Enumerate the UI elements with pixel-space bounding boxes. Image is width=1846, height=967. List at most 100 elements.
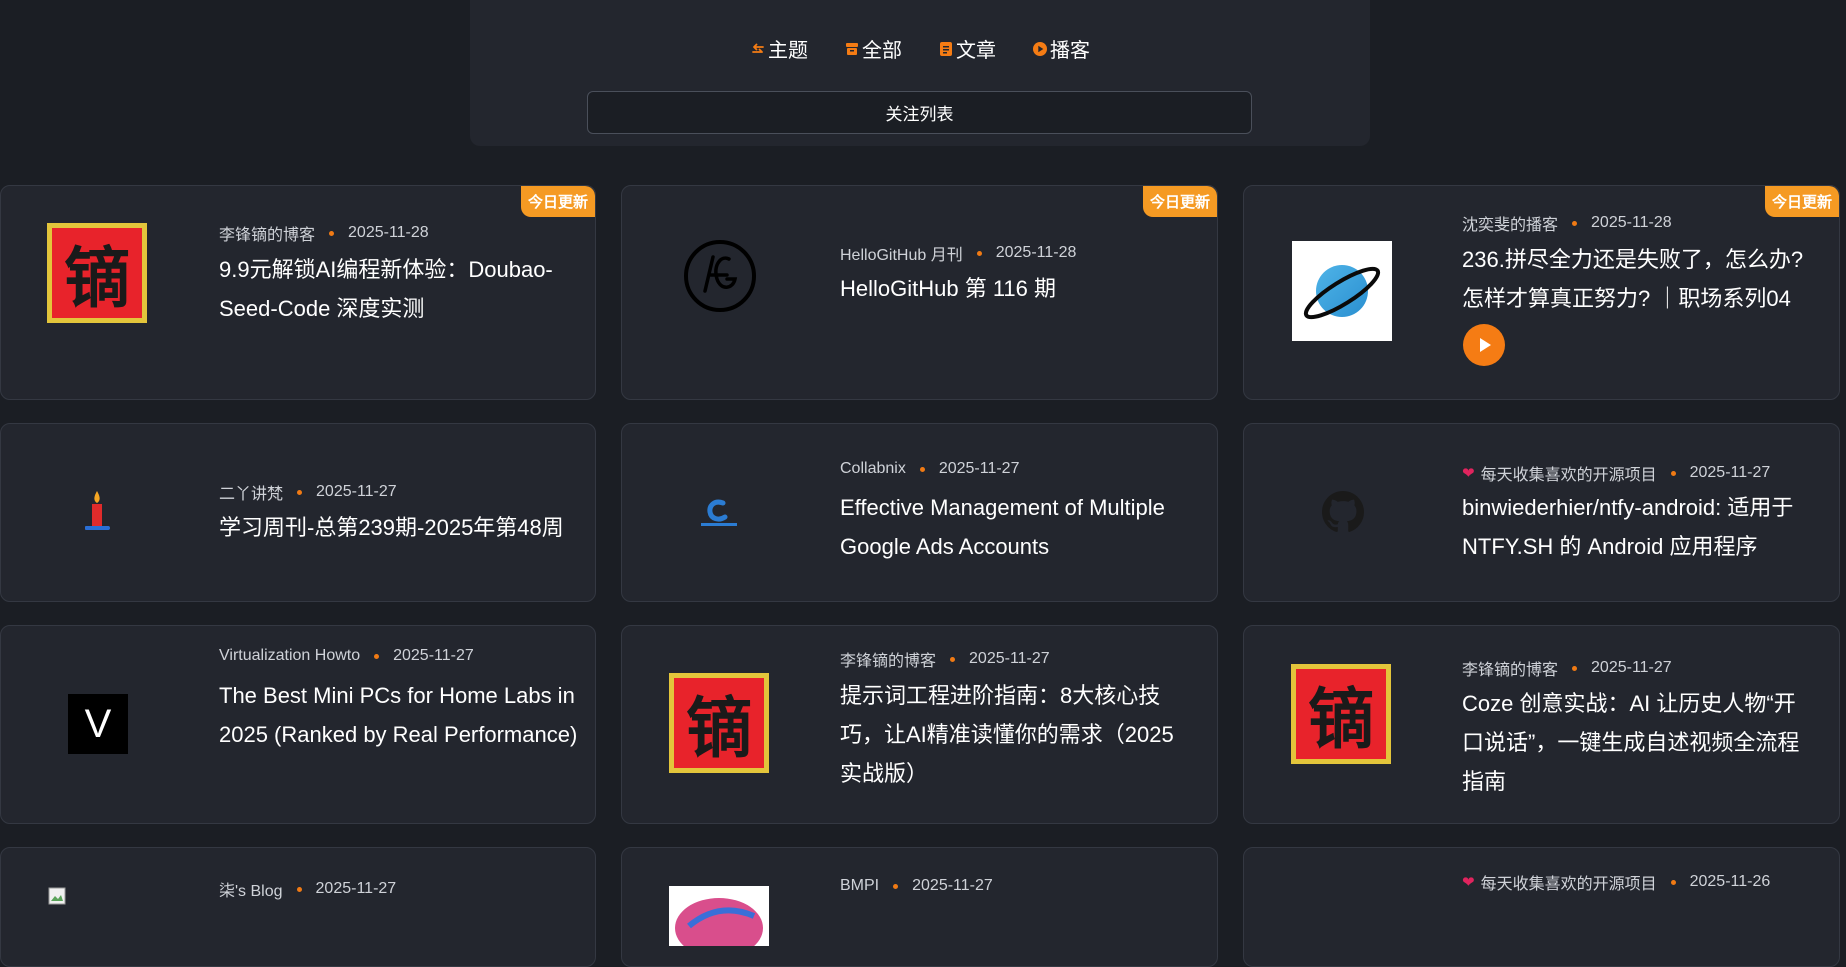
tab-topic-label: 主题 [768, 40, 808, 62]
tab-podcasts-label: 播客 [1050, 40, 1090, 62]
card-meta: BMPI 2025-11-27 [840, 877, 993, 895]
card-title[interactable]: HelloGitHub 第 116 期 [840, 269, 1217, 308]
card-meta: 柒's Blog 2025-11-27 [219, 877, 396, 901]
feed-card[interactable]: 镝 李锋镝的博客 2025-11-27 提示词工程进阶指南：8大核心技巧，让AI… [621, 625, 1218, 824]
github-logo [1321, 490, 1365, 534]
post-date: 2025-11-28 [348, 224, 429, 241]
follow-list-button[interactable]: 关注列表 [587, 91, 1252, 134]
card-meta: 李锋镝的博客 2025-11-28 [219, 221, 429, 245]
post-date: 2025-11-27 [912, 877, 993, 894]
post-date: 2025-11-27 [938, 460, 1020, 477]
card-meta: 李锋镝的博客 2025-11-27 [1462, 656, 1672, 680]
filter-panel: 主题 全部 文章 播客 关注列表 [470, 0, 1370, 146]
feed-card[interactable]: 今日更新 镝 李锋镝的博客 2025-11-28 9.9元解锁AI编程新体验：D… [0, 185, 596, 400]
collabnix-logo [696, 496, 742, 530]
card-title[interactable]: 学习周刊-总第239期-2025年第48周 [219, 508, 595, 547]
source-name[interactable]: 每天收集喜欢的开源项目 [1481, 461, 1657, 485]
separator-dot [1670, 879, 1676, 885]
post-date: 2025-11-26 [1689, 873, 1771, 890]
post-date: 2025-11-27 [315, 880, 397, 897]
feed-card[interactable]: Collabnix 2025-11-27 Effective Managemen… [621, 423, 1218, 602]
tab-all[interactable]: 全部 [844, 34, 902, 63]
post-date: 2025-11-28 [1591, 214, 1672, 231]
feed-card[interactable]: V Virtualization Howto 2025-11-27 The Be… [0, 625, 596, 824]
today-badge: 今日更新 [1764, 186, 1839, 217]
feed-card[interactable]: 今日更新 沈奕斐的播客 2025-11-28 236.拼尽全力还是失败了，怎么办… [1243, 185, 1840, 400]
card-meta: 沈奕斐的播客 2025-11-28 [1462, 211, 1672, 235]
tab-all-label: 全部 [862, 40, 902, 62]
source-name[interactable]: 每天收集喜欢的开源项目 [1481, 870, 1657, 894]
post-date: 2025-11-27 [393, 647, 474, 664]
separator-dot [297, 489, 303, 495]
source-name[interactable]: Virtualization Howto [219, 647, 360, 665]
card-title[interactable]: 9.9元解锁AI编程新体验：Doubao-Seed-Code 深度实测 [219, 250, 595, 328]
zhai-logo: 镝 [1291, 664, 1391, 764]
post-date: 2025-11-27 [969, 650, 1050, 667]
document-icon [940, 41, 952, 56]
card-meta: ❤ 每天收集喜欢的开源项目 2025-11-26 [1462, 870, 1770, 894]
feed-card[interactable]: 二丫讲梵 2025-11-27 学习周刊-总第239期-2025年第48周 [0, 423, 596, 602]
play-circle-icon [1033, 41, 1047, 56]
bmpi-logo [669, 886, 769, 946]
source-name[interactable]: 李锋镝的博客 [1462, 656, 1558, 680]
card-title[interactable]: 236.拼尽全力还是失败了，怎么办?怎样才算真正努力? ｜职场系列04 [1462, 240, 1812, 318]
swap-arrows-icon [752, 43, 764, 53]
source-name[interactable]: 二丫讲梵 [219, 480, 283, 504]
today-badge: 今日更新 [520, 186, 595, 217]
tab-topic[interactable]: 主题 [750, 34, 808, 63]
candle-logo [79, 486, 115, 536]
feed-card[interactable]: 镝 李锋镝的博客 2025-11-27 Coze 创意实战：AI 让历史人物“开… [1243, 625, 1840, 824]
card-title[interactable]: The Best Mini PCs for Home Labs in 2025 … [219, 676, 595, 754]
feed-card[interactable]: 柒's Blog 2025-11-27 [0, 847, 596, 967]
feed-card[interactable]: 今日更新 HelloGitHub 月刊 2025-11-28 HelloGitH… [621, 185, 1218, 400]
zhai-logo: 镝 [669, 673, 769, 773]
source-name[interactable]: 李锋镝的博客 [840, 647, 936, 671]
separator-dot [976, 250, 982, 256]
card-title[interactable]: binwiederhier/ntfy-android: 适用于 NTFY.SH … [1462, 488, 1812, 566]
source-name[interactable]: 柒's Blog [219, 877, 283, 901]
post-date: 2025-11-27 [1689, 464, 1771, 481]
heart-icon: ❤ [1462, 874, 1475, 891]
source-name[interactable]: 沈奕斐的播客 [1462, 211, 1558, 235]
separator-dot [374, 653, 380, 659]
planet-logo [1292, 241, 1392, 341]
separator-dot [950, 656, 956, 662]
separator-dot [1572, 665, 1578, 671]
separator-dot [893, 883, 899, 889]
separator-dot [919, 466, 925, 472]
card-meta: 二丫讲梵 2025-11-27 [219, 480, 397, 504]
card-title[interactable]: Coze 创意实战：AI 让历史人物“开口说话”，一键生成自述视频全流程指南 [1462, 684, 1817, 801]
feed-card[interactable]: ❤ 每天收集喜欢的开源项目 2025-11-27 binwiederhier/n… [1243, 423, 1840, 602]
feed-card[interactable]: BMPI 2025-11-27 [621, 847, 1218, 967]
tab-podcasts[interactable]: 播客 [1032, 34, 1090, 63]
separator-dot [1572, 220, 1578, 226]
card-meta: Collabnix 2025-11-27 [840, 460, 1019, 478]
archive-icon [846, 42, 858, 55]
card-meta: HelloGitHub 月刊 2025-11-28 [840, 241, 1076, 265]
zhai-logo: 镝 [47, 223, 147, 323]
v-logo: V [68, 694, 128, 754]
card-title[interactable]: 提示词工程进阶指南：8大核心技巧，让AI精准读懂你的需求（2025实战版） [840, 676, 1195, 793]
post-date: 2025-11-27 [316, 483, 397, 500]
hellogithub-logo [682, 238, 758, 314]
post-date: 2025-11-28 [995, 244, 1077, 261]
heart-icon: ❤ [1462, 465, 1475, 482]
separator-dot [1670, 470, 1676, 476]
source-name[interactable]: BMPI [840, 877, 879, 895]
tab-articles[interactable]: 文章 [938, 34, 996, 63]
feed-card[interactable]: ❤ 每天收集喜欢的开源项目 2025-11-26 [1243, 847, 1840, 967]
play-button[interactable] [1463, 324, 1505, 366]
source-name[interactable]: Collabnix [840, 460, 906, 478]
separator-dot [329, 230, 335, 236]
separator-dot [296, 886, 302, 892]
source-name[interactable]: 李锋镝的博客 [219, 221, 315, 245]
broken-image-icon [47, 886, 67, 906]
today-badge: 今日更新 [1142, 186, 1217, 217]
card-meta: 李锋镝的博客 2025-11-27 [840, 647, 1050, 671]
filter-tabs: 主题 全部 文章 播客 [470, 34, 1370, 63]
source-name[interactable]: HelloGitHub 月刊 [840, 241, 963, 265]
card-title[interactable]: Effective Management of Multiple Google … [840, 488, 1217, 566]
card-meta: ❤ 每天收集喜欢的开源项目 2025-11-27 [1462, 461, 1770, 485]
play-icon [1480, 338, 1491, 352]
tab-articles-label: 文章 [956, 40, 996, 62]
